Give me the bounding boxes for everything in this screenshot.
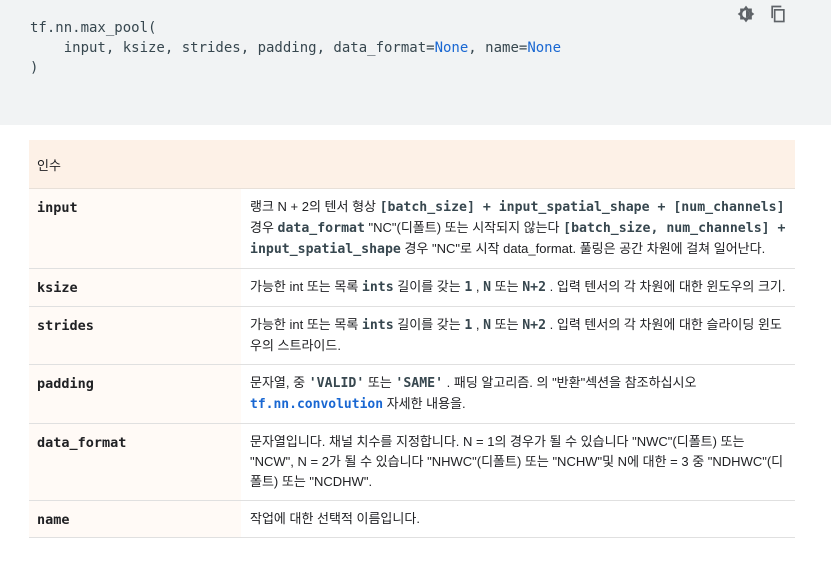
code-block: tf.nn.max_pool( input, ksize, strides, p…: [0, 0, 831, 125]
arg-name-strides: strides: [29, 306, 241, 365]
desc-code: data_format: [277, 221, 365, 236]
desc-text: . 패딩 알고리즘. 의 "반환"섹션을 참조하십시오: [443, 375, 697, 390]
desc-code: 'VALID': [308, 376, 365, 391]
desc-code: N+2: [522, 318, 547, 333]
code-line-3: ): [30, 60, 39, 76]
table-row: ksize 가능한 int 또는 목록 ints 길이를 갖는 1 , N 또는…: [29, 268, 795, 307]
desc-text: ,: [472, 279, 484, 294]
code-keyword-none: None: [527, 40, 562, 56]
arg-desc-strides: 가능한 int 또는 목록 ints 길이를 갖는 1 , N 또는 N+2 .…: [241, 306, 795, 365]
copy-icon[interactable]: [768, 4, 790, 26]
code-keyword-none: None: [434, 40, 469, 56]
desc-code: N: [483, 318, 492, 333]
desc-code: 'SAME': [395, 376, 444, 391]
table-row: name 작업에 대한 선택적 이름입니다.: [29, 500, 795, 538]
convolution-link[interactable]: tf.nn.convolution: [250, 397, 383, 412]
desc-code: [batch_size] + input_spatial_shape + [nu…: [379, 200, 785, 215]
desc-code: N: [483, 280, 492, 295]
code-line-2-mid: , name=: [468, 40, 528, 56]
table-header: 인수: [29, 140, 795, 189]
code-signature: tf.nn.max_pool( input, ksize, strides, p…: [30, 18, 561, 78]
arguments-table: 인수 input 랭크 N + 2의 텐서 형상 [batch_size] + …: [29, 140, 795, 538]
desc-text: 문자열, 중: [250, 375, 309, 390]
table-row: input 랭크 N + 2의 텐서 형상 [batch_size] + inp…: [29, 188, 795, 269]
arg-name-input: input: [29, 188, 241, 269]
table-row: strides 가능한 int 또는 목록 ints 길이를 갖는 1 , N …: [29, 306, 795, 365]
desc-text: "NC"(디폴트) 또는 시작되지 않는다: [364, 220, 564, 235]
arg-desc-data-format: 문자열입니다. 채널 치수를 지정합니다. N = 1의 경우가 될 수 있습니…: [241, 423, 795, 501]
table-row: padding 문자열, 중 'VALID' 또는 'SAME' . 패딩 알고…: [29, 364, 795, 424]
arg-desc-name: 작업에 대한 선택적 이름입니다.: [241, 500, 795, 538]
code-line-1: tf.nn.max_pool(: [30, 20, 157, 36]
desc-code: N+2: [522, 280, 547, 295]
desc-text: 가능한 int 또는 목록: [250, 317, 362, 332]
desc-text: . 입력 텐서의 각 차원에 대한 윈도우의 크기.: [546, 279, 786, 294]
desc-text: 랭크 N + 2의 텐서 형상: [250, 199, 380, 214]
desc-text: 또는: [364, 375, 396, 390]
desc-text: 자세한 내용을.: [383, 396, 466, 411]
arg-desc-input: 랭크 N + 2의 텐서 형상 [batch_size] + input_spa…: [241, 188, 795, 269]
desc-text: 경우 "NC"로 시작 data_format. 풀링은 공간 차원에 걸쳐 일…: [400, 241, 766, 256]
table-row: data_format 문자열입니다. 채널 치수를 지정합니다. N = 1의…: [29, 423, 795, 501]
desc-code: ints: [361, 318, 394, 333]
desc-text: 길이를 갖는: [393, 317, 465, 332]
arg-name-ksize: ksize: [29, 268, 241, 307]
desc-text: 또는: [491, 317, 523, 332]
desc-text: 가능한 int 또는 목록: [250, 279, 362, 294]
desc-text: 또는: [491, 279, 523, 294]
arg-name-name: name: [29, 500, 241, 538]
desc-code: ints: [361, 280, 394, 295]
dark-mode-icon[interactable]: [736, 4, 758, 26]
desc-text: ,: [472, 317, 484, 332]
arg-desc-ksize: 가능한 int 또는 목록 ints 길이를 갖는 1 , N 또는 N+2 .…: [241, 268, 795, 307]
arg-name-padding: padding: [29, 364, 241, 424]
desc-text: 길이를 갖는: [393, 279, 465, 294]
arg-name-data-format: data_format: [29, 423, 241, 501]
code-line-2: input, ksize, strides, padding, data_for…: [30, 40, 435, 56]
desc-text: 경우: [250, 220, 278, 235]
arg-desc-padding: 문자열, 중 'VALID' 또는 'SAME' . 패딩 알고리즘. 의 "반…: [241, 364, 795, 424]
